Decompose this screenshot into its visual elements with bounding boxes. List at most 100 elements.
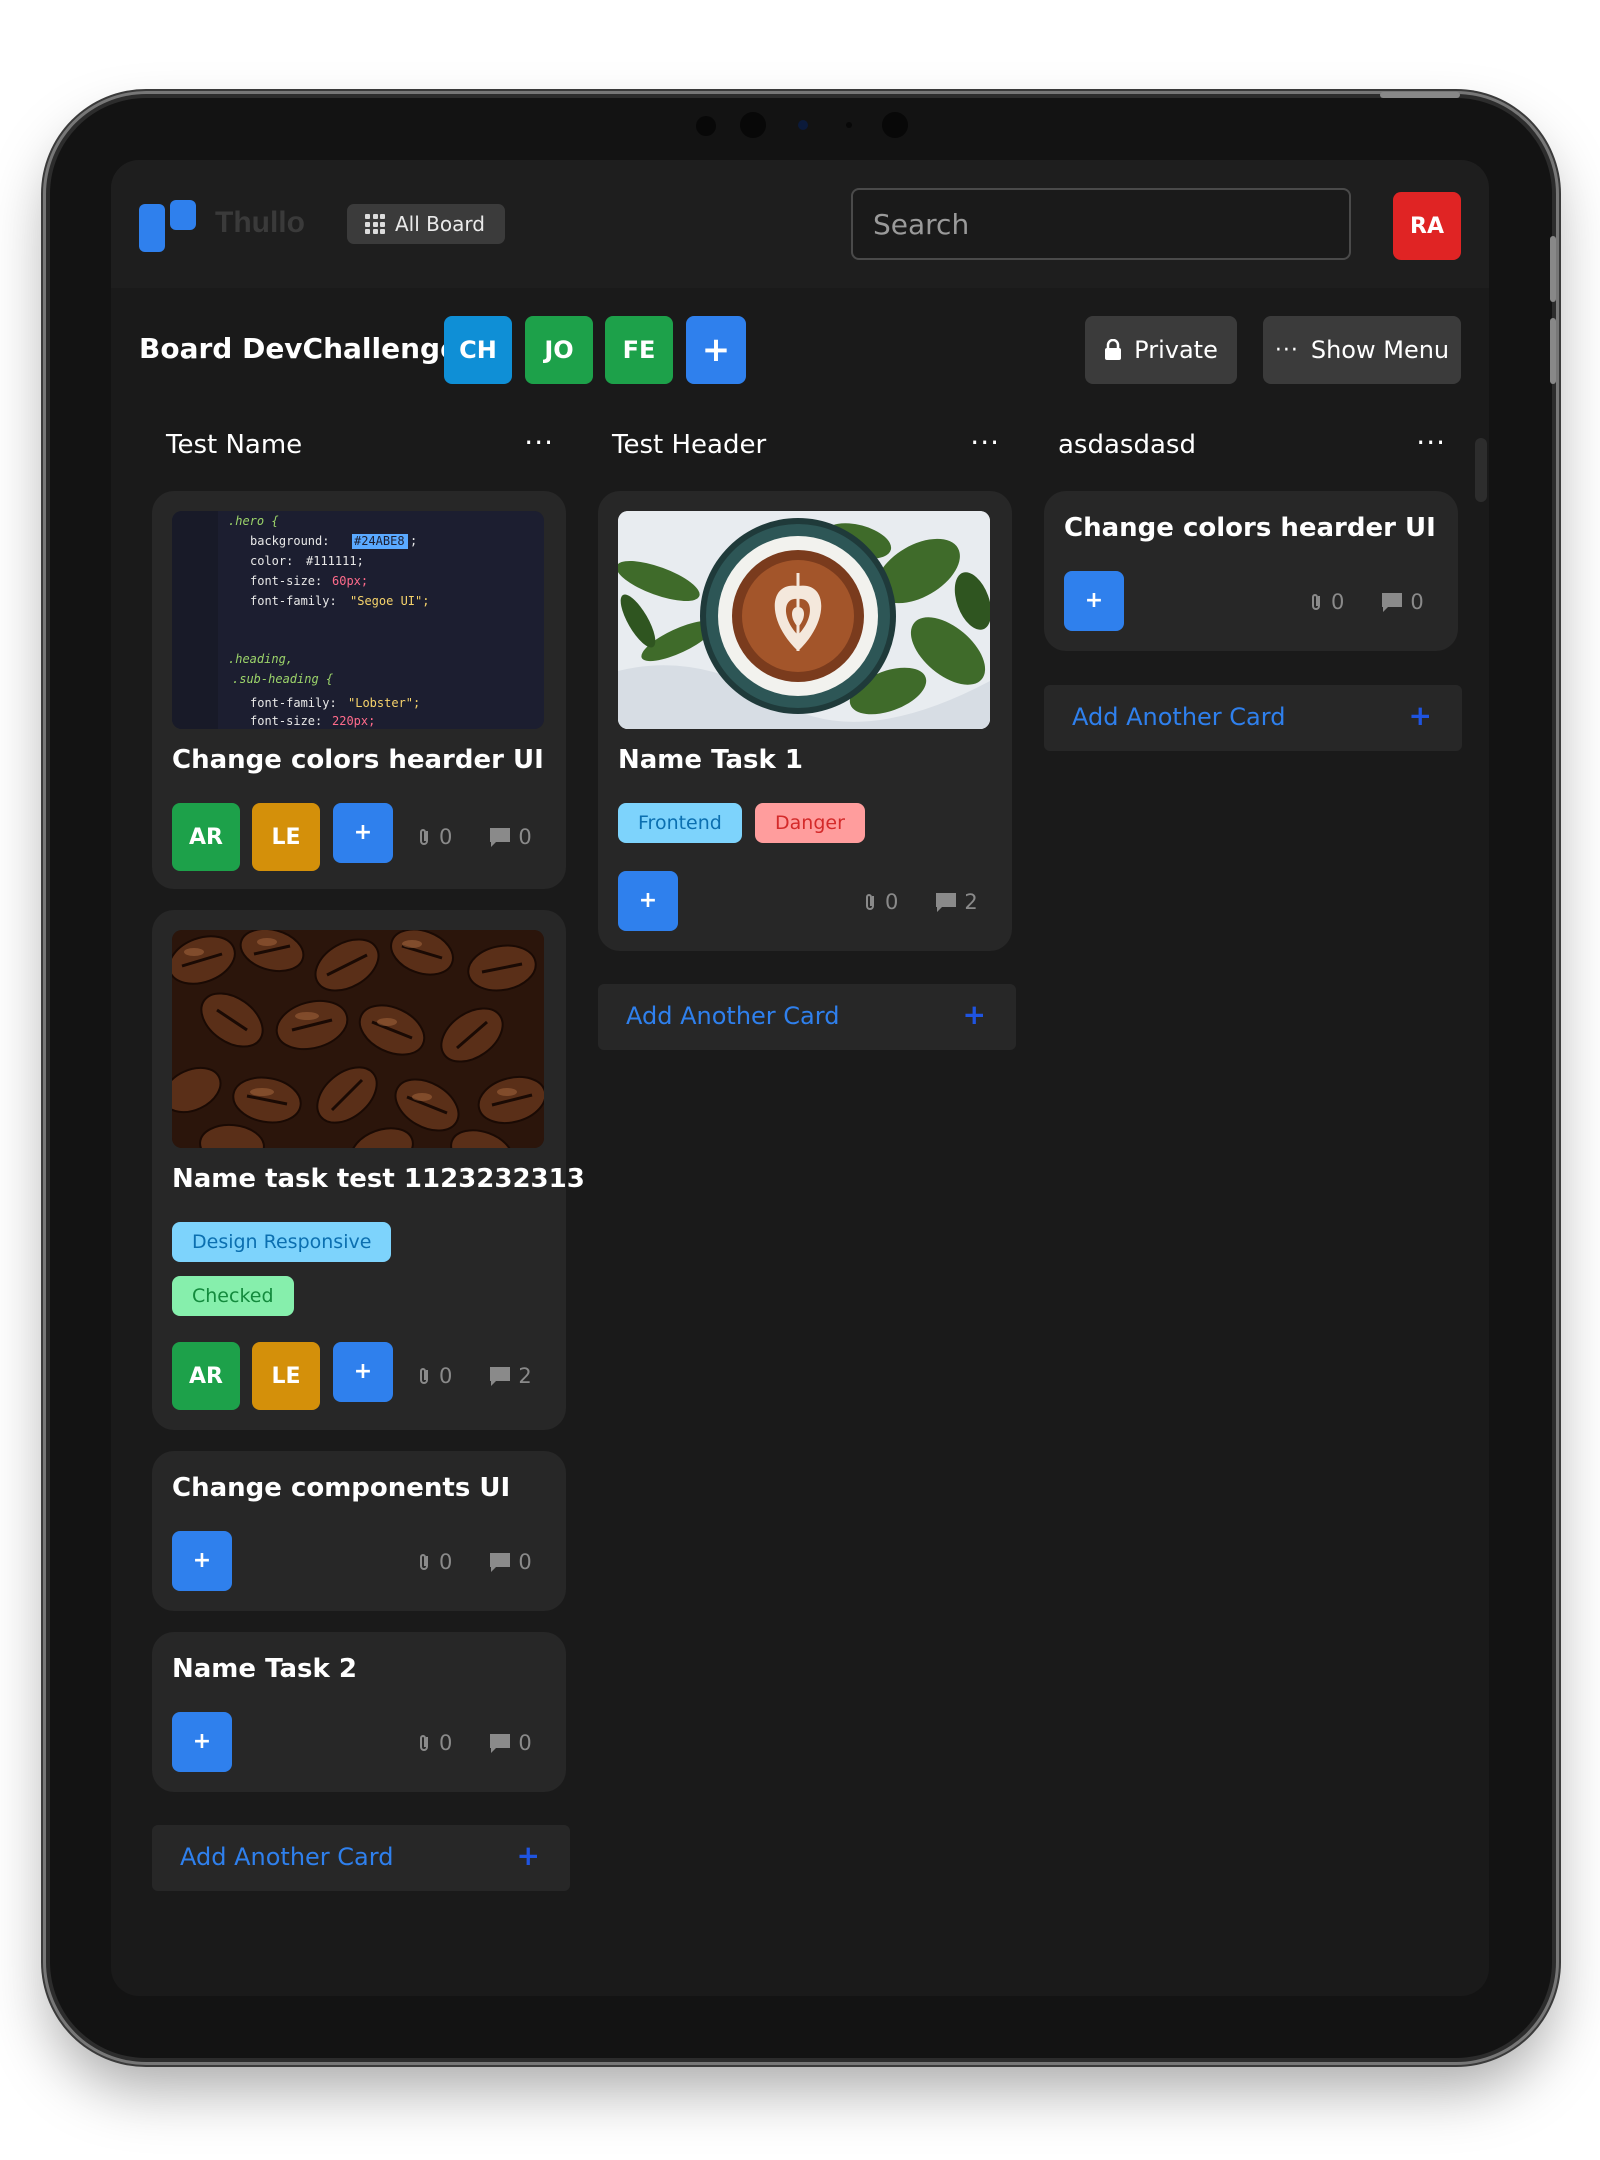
- board-bar: Board DevChallenge CH JO FE + Private ··…: [111, 288, 1489, 408]
- top-bar: Thullo All Board Search RA: [111, 160, 1489, 288]
- app-screen: Thullo All Board Search RA Board DevChal…: [111, 160, 1489, 1996]
- comment-icon: [490, 828, 511, 847]
- thullo-logo-icon[interactable]: [139, 200, 197, 252]
- list-more-icon[interactable]: ···: [1416, 426, 1446, 459]
- code-line: #24ABE8: [354, 534, 405, 548]
- latte-cup-image: [618, 511, 990, 729]
- label-tag[interactable]: Design Responsive: [172, 1222, 392, 1262]
- user-avatar[interactable]: RA: [1393, 192, 1461, 260]
- card-title: Change components UI: [172, 1473, 511, 1503]
- add-member-button[interactable]: +: [172, 1712, 232, 1772]
- member-avatar[interactable]: CH: [444, 316, 512, 384]
- label-tag[interactable]: Danger: [755, 803, 865, 843]
- code-line: font-size:: [250, 574, 322, 588]
- comment-count: 0: [518, 825, 532, 849]
- task-card[interactable]: Change components UI + 0 0: [152, 1451, 566, 1611]
- code-line: .sub-heading {: [232, 672, 333, 686]
- card-title: Name Task 1: [618, 745, 803, 775]
- add-card-label: Add Another Card: [1072, 703, 1286, 731]
- show-menu-button[interactable]: ··· Show Menu: [1263, 316, 1461, 384]
- camera-sensor: [798, 120, 808, 130]
- add-member-button[interactable]: +: [333, 803, 393, 863]
- card-title: Name Task 2: [172, 1654, 357, 1684]
- list-column: asdasdasd ··· Change colors hearder UI +…: [1044, 420, 1462, 751]
- comment-icon: [1382, 593, 1403, 612]
- card-cover-image: .hero { background: #24ABE8 ; color: #11…: [172, 511, 544, 729]
- attachment-count: 0: [439, 1550, 453, 1574]
- card-cover-image: [618, 511, 990, 729]
- card-title: Name task test 1123232313: [172, 1164, 585, 1194]
- label-tag[interactable]: Frontend: [618, 803, 742, 843]
- attachment-count: 0: [439, 825, 453, 849]
- task-card[interactable]: Name Task 2 + 0 0: [152, 1632, 566, 1792]
- attachment-icon: [420, 1368, 428, 1384]
- device-volume-button: [1550, 318, 1556, 384]
- add-member-button[interactable]: +: [618, 871, 678, 931]
- all-board-label: All Board: [395, 212, 485, 236]
- camera-lens: [740, 112, 766, 138]
- add-member-button[interactable]: +: [333, 1342, 393, 1402]
- more-icon: ···: [1274, 337, 1299, 363]
- comment-count: 2: [964, 890, 978, 914]
- attachment-icon: [866, 894, 874, 910]
- task-card[interactable]: Change colors hearder UI + 0 0: [1044, 491, 1458, 651]
- attachment-icon: [1312, 594, 1320, 610]
- list-header: asdasdasd ···: [1044, 420, 1458, 480]
- add-member-button[interactable]: +: [1064, 571, 1124, 631]
- plus-icon: +: [962, 998, 986, 1031]
- code-line: 220px;: [332, 714, 375, 728]
- list-header: Test Name ···: [152, 420, 566, 480]
- task-card[interactable]: .hero { background: #24ABE8 ; color: #11…: [152, 491, 566, 889]
- card-member-avatar[interactable]: LE: [252, 1342, 320, 1410]
- member-avatar[interactable]: JO: [525, 316, 593, 384]
- card-stats: 0 0: [417, 1550, 532, 1574]
- code-line: "Segoe UI";: [350, 594, 429, 608]
- grid-icon: [365, 214, 385, 234]
- list-title: Test Header: [612, 430, 767, 460]
- add-another-card-button[interactable]: Add Another Card +: [598, 984, 1016, 1050]
- plus-icon: +: [516, 1839, 540, 1872]
- code-line: color:: [250, 554, 293, 568]
- list-title: asdasdasd: [1058, 430, 1196, 460]
- attachment-icon: [420, 1735, 428, 1751]
- add-another-card-button[interactable]: Add Another Card +: [1044, 685, 1462, 751]
- comment-icon: [490, 1734, 511, 1753]
- horizontal-scroll-indicator[interactable]: [1475, 438, 1487, 502]
- add-member-button[interactable]: +: [172, 1531, 232, 1591]
- search-input[interactable]: Search: [851, 188, 1351, 260]
- comment-count: 0: [518, 1731, 532, 1755]
- card-title: Change colors hearder UI: [172, 745, 544, 775]
- code-line: "Lobster";: [348, 696, 420, 710]
- all-board-button[interactable]: All Board: [347, 204, 505, 244]
- list-more-icon[interactable]: ···: [970, 426, 1000, 459]
- comment-count: 0: [518, 1550, 532, 1574]
- code-line: .hero {: [228, 514, 279, 528]
- camera-lens: [882, 112, 908, 138]
- add-card-label: Add Another Card: [180, 1843, 394, 1871]
- list-more-icon[interactable]: ···: [524, 426, 554, 459]
- task-card[interactable]: Name task test 1123232313 Design Respons…: [152, 910, 585, 1430]
- private-button[interactable]: Private: [1085, 316, 1237, 384]
- card-stats: 0 0: [417, 1731, 532, 1755]
- attachment-count: 0: [1331, 590, 1345, 614]
- show-menu-label: Show Menu: [1310, 336, 1450, 364]
- member-avatar[interactable]: FE: [605, 316, 673, 384]
- coffee-beans-image: [172, 930, 544, 1148]
- task-card[interactable]: Name Task 1 Frontend Danger + 0 2: [598, 491, 1012, 951]
- list-column: Test Header ··· Name Task 1 Frontend Dan…: [598, 420, 1016, 1050]
- list-header: Test Header ···: [598, 420, 1012, 480]
- comment-icon: [936, 893, 957, 912]
- code-line: font-family:: [250, 594, 337, 608]
- code-line: .heading,: [228, 652, 293, 666]
- card-stats: 0 2: [863, 890, 978, 914]
- card-member-avatar[interactable]: AR: [172, 803, 240, 871]
- list-column: Test Name ··· .hero { background: #24ABE…: [152, 420, 585, 1891]
- label-tag[interactable]: Checked: [172, 1276, 294, 1316]
- attachment-icon: [420, 1554, 428, 1570]
- board-title: Board DevChallenge: [139, 332, 460, 365]
- invite-member-button[interactable]: +: [686, 316, 746, 384]
- card-member-avatar[interactable]: AR: [172, 1342, 240, 1410]
- card-member-avatar[interactable]: LE: [252, 803, 320, 871]
- add-another-card-button[interactable]: Add Another Card +: [152, 1825, 570, 1891]
- card-cover-image: [172, 930, 544, 1148]
